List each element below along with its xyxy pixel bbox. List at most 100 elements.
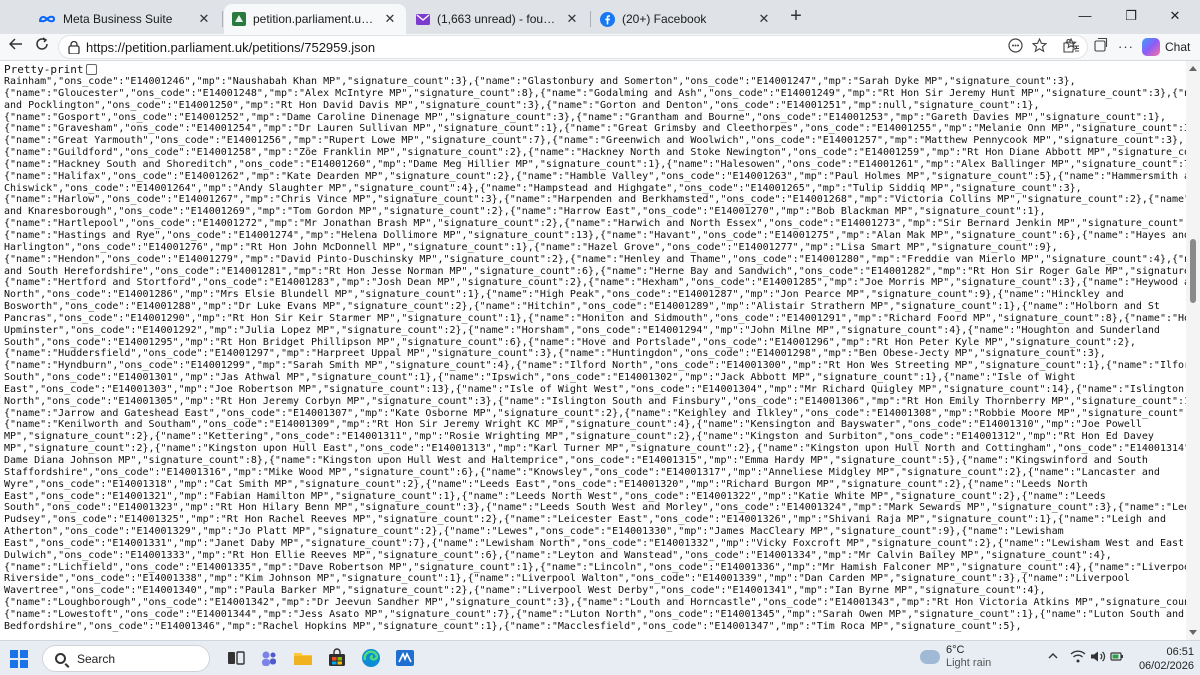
- json-line: Dame Diana Johnson MP","signature_count"…: [4, 455, 1148, 466]
- more-menu-icon[interactable]: ···: [1116, 37, 1136, 57]
- json-line: South","ons_code":"E14001295","mp":"Rt H…: [4, 336, 1136, 348]
- meta-icon: [39, 15, 56, 23]
- json-line: Pudsey","ons_code":"E14001325","mp":"Rt …: [4, 514, 1166, 526]
- collections-icon[interactable]: [1090, 37, 1110, 57]
- navigation-bar: https://petition.parliament.uk/petitions…: [0, 34, 1200, 60]
- address-bar[interactable]: https://petition.parliament.uk/petitions…: [58, 35, 1088, 59]
- json-line: Chiswick","ons_code":"E14001264","mp":"A…: [4, 182, 1082, 194]
- minimize-button[interactable]: —: [1072, 6, 1098, 26]
- taskbar: Search 6°C Light rain 06:51 06/02/2026: [0, 640, 1200, 675]
- close-window-button[interactable]: ✕: [1162, 6, 1188, 26]
- weather-widget[interactable]: 6°C Light rain: [920, 644, 991, 670]
- cloud-rain-icon: [920, 650, 940, 664]
- json-line: Staffordshire","ons_code":"E14001316","m…: [4, 466, 1160, 478]
- json-line: Riverside","ons_code":"E14001338","mp":"…: [4, 573, 1130, 585]
- url-text[interactable]: https://petition.parliament.uk/petitions…: [86, 40, 375, 55]
- tab-meta-business-suite[interactable]: Meta Business Suite ✕: [30, 4, 220, 34]
- scroll-up-arrow[interactable]: [1189, 66, 1197, 71]
- lock-icon[interactable]: [68, 41, 80, 54]
- json-line: East","ons_code":"E14001331","mp":"Janet…: [4, 537, 1185, 549]
- tab-title: (1,663 unread) - foundationforfea: [437, 12, 558, 26]
- json-line: {"name":"Lowestoft","ons_code":"E1400134…: [4, 608, 1186, 620]
- tab-separator: [222, 11, 223, 27]
- json-line: Harlington","ons_code":"E14001276","mp":…: [4, 241, 1058, 253]
- json-line: Pancras","ons_code":"E14001290","mp":"Rt…: [4, 312, 1186, 324]
- json-line: {"name":"Lichfield","ons_code":"E1400133…: [4, 561, 1186, 573]
- favorite-star-icon[interactable]: [1029, 37, 1049, 58]
- json-line: {"name":"Kenilworth and Southam","ons_co…: [4, 419, 1142, 431]
- json-line: Atherton","ons_code":"E14001329","mp":"J…: [4, 526, 1064, 538]
- wifi-icon[interactable]: [1070, 650, 1086, 666]
- tab-close-icon[interactable]: ✕: [564, 11, 580, 27]
- chevron-up-icon[interactable]: [1048, 651, 1058, 663]
- json-line: {"name":"Hyndburn","ons_code":"E14001299…: [4, 360, 1186, 372]
- json-line: {"name":"Halifax","ons_code":"E14001262"…: [4, 170, 1186, 182]
- json-line: MP","signature_count":2},{"name":"Kingst…: [4, 443, 1186, 455]
- file-explorer-icon[interactable]: [292, 647, 314, 669]
- json-line: {"name":"Great Yarmouth","ons_code":"E14…: [4, 135, 1185, 147]
- back-icon[interactable]: [6, 37, 26, 57]
- teams-icon[interactable]: [258, 647, 280, 669]
- json-line: {"name":"Huddersfield","ons_code":"E1400…: [4, 348, 1106, 360]
- json-line: and South Herefordshire","ons_code":"E14…: [4, 265, 1186, 277]
- json-line: {"name":"Gloucester","ons_code":"E140012…: [4, 87, 1186, 99]
- json-text: Rainham","ons_code":"E14001246","mp":"Na…: [4, 76, 1186, 633]
- search-icon: [55, 653, 66, 664]
- json-line: South","ons_code":"E14001323","mp":"Rt H…: [4, 502, 1186, 514]
- chat-label: Chat: [1165, 40, 1191, 54]
- json-line: {"name":"Hastings and Rye","ons_code":"E…: [4, 229, 1186, 241]
- pretty-print-checkbox[interactable]: [86, 64, 98, 75]
- json-line: Wavertree","ons_code":"E14001340","mp":"…: [4, 585, 1046, 597]
- json-line: Rainham","ons_code":"E14001246","mp":"Na…: [4, 76, 1076, 87]
- store-icon[interactable]: [326, 647, 348, 669]
- tab-close-icon[interactable]: ✕: [196, 11, 212, 27]
- maximize-button[interactable]: ❐: [1118, 6, 1144, 26]
- tab-petition[interactable]: petition.parliament.uk/petitions/75 ✕: [224, 4, 406, 34]
- task-view-icon[interactable]: [225, 647, 247, 669]
- tab-close-icon[interactable]: ✕: [756, 11, 772, 27]
- tab-title: petition.parliament.uk/petitions/75: [253, 12, 376, 26]
- clock-time: 06:51: [1166, 646, 1194, 658]
- petition-favicon: [232, 12, 246, 26]
- extension-icon[interactable]: [1005, 38, 1025, 58]
- mail-icon: [416, 13, 430, 25]
- tab-title: (20+) Facebook: [622, 12, 707, 26]
- windows-start-icon[interactable]: [10, 650, 28, 668]
- weather-description: Light rain: [946, 657, 992, 669]
- clock-date: 06/02/2026: [1138, 660, 1194, 672]
- page-scrollbar[interactable]: [1186, 61, 1200, 640]
- tab-facebook[interactable]: (20+) Facebook ✕: [592, 4, 782, 34]
- json-line: Bedfordshire","ons_code":"E14001346","mp…: [4, 620, 1022, 632]
- tab-mail[interactable]: (1,663 unread) - foundationforfea ✕: [408, 4, 588, 34]
- refresh-icon[interactable]: [32, 37, 52, 57]
- pretty-print-label: Pretty-print: [4, 63, 84, 76]
- favorites-icon[interactable]: [1062, 37, 1082, 57]
- scroll-thumb[interactable]: [1190, 239, 1196, 303]
- json-line: {"name":"Jarrow and Gateshead East","ons…: [4, 407, 1186, 419]
- system-clock[interactable]: 06:51 06/02/2026: [1128, 645, 1194, 673]
- json-line: {"name":"Gravesham","ons_code":"E1400125…: [4, 123, 1186, 135]
- facebook-icon: [600, 11, 615, 27]
- taskbar-search[interactable]: Search: [42, 645, 210, 672]
- tab-title: Meta Business Suite: [63, 12, 173, 26]
- json-line: and Knaresborough","ons_code":"E14001269…: [4, 206, 1046, 218]
- battery-icon[interactable]: [1110, 650, 1124, 666]
- pinned-app-icon[interactable]: [394, 647, 416, 669]
- json-line: South","ons_code":"E14001301","mp":"Jas …: [4, 372, 1076, 384]
- new-tab-button[interactable]: +: [786, 6, 806, 27]
- pretty-print-toggle[interactable]: Pretty-print: [4, 63, 98, 76]
- tab-close-icon[interactable]: ✕: [382, 11, 398, 27]
- json-line: {"name":"Hendon","ons_code":"E14001279",…: [4, 253, 1186, 265]
- json-line: MP","signature_count":2},{"name":"Ketter…: [4, 431, 1154, 443]
- copilot-chat-button[interactable]: Chat: [1142, 37, 1190, 57]
- json-line: {"name":"Hackney South and Shoreditch","…: [4, 158, 1186, 170]
- weather-temperature: 6°C: [946, 644, 965, 656]
- json-line: East","ons_code":"E14001321","mp":"Fabia…: [4, 490, 1106, 502]
- json-line: Upminster","ons_code":"E14001292","mp":"…: [4, 324, 1160, 336]
- scroll-down-arrow[interactable]: [1189, 630, 1197, 635]
- json-line: {"name":"Guildford","ons_code":"E1400125…: [4, 147, 1186, 159]
- volume-icon[interactable]: [1090, 650, 1106, 666]
- json-line: {"name":"Hertford and Stortford","ons_co…: [4, 277, 1186, 289]
- edge-browser-icon[interactable]: [360, 647, 382, 669]
- json-line: {"name":"Loughborough","ons_code":"E1400…: [4, 597, 1186, 609]
